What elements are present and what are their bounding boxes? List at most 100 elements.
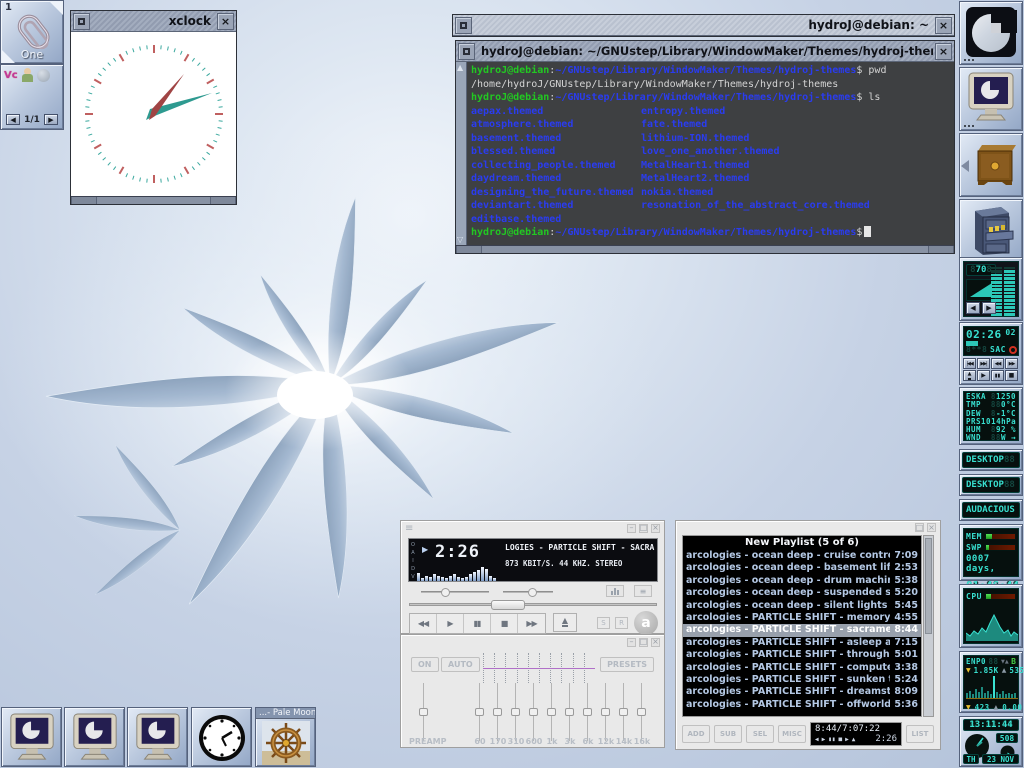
- appicon-palemoon[interactable]: ...- Pale Moon: [255, 707, 316, 767]
- eq-band-slider[interactable]: [515, 683, 516, 741]
- cd-prev-track-button[interactable]: |◀◀: [963, 358, 976, 369]
- cd-stop-button[interactable]: ■: [1005, 370, 1018, 381]
- mixer-prev-button[interactable]: ◀: [966, 302, 980, 314]
- preamp-slider[interactable]: [423, 683, 424, 741]
- dock-tile-weather[interactable]: ESKA81250 TMP880°C DEW8-1°C PRS1014hPa H…: [959, 387, 1023, 445]
- playlist-item[interactable]: arcologies - PARTICLE SHIFT - sacrame8:4…: [683, 624, 921, 636]
- pager-next-button[interactable]: ▶: [44, 114, 58, 125]
- scroll-up-icon[interactable]: ▲: [457, 63, 463, 72]
- elapsed-time[interactable]: 2:26: [435, 542, 480, 562]
- playlist-item[interactable]: arcologies - PARTICLE SHIFT - sunken t5:…: [683, 674, 921, 686]
- eq-auto-button[interactable]: AUTO: [441, 657, 480, 672]
- close-icon[interactable]: ×: [217, 13, 234, 30]
- terminal-body[interactable]: ▲ ▽ hydroJ@debian:~/GNUstep/Library/Wind…: [456, 62, 954, 245]
- playlist-item[interactable]: arcologies - PARTICLE SHIFT - asleep ar7…: [683, 637, 921, 649]
- eq-band-slider[interactable]: [497, 683, 498, 741]
- next-button[interactable]: ▶▶: [518, 614, 545, 633]
- cd-rewind-button[interactable]: ◀◀: [991, 358, 1004, 369]
- resize-bar[interactable]: [71, 196, 236, 204]
- close-icon[interactable]: ×: [651, 638, 660, 647]
- terminal-scrollbar[interactable]: ▲ ▽: [456, 62, 467, 245]
- eq-band-slider[interactable]: [551, 683, 552, 741]
- appicon-terminal-3[interactable]: [127, 707, 188, 767]
- miniaturize-button[interactable]: [458, 43, 475, 60]
- eq-band-slider[interactable]: [605, 683, 606, 741]
- eq-band-knob[interactable]: [601, 708, 610, 716]
- playlist-titlebar[interactable]: □ ×: [912, 523, 936, 532]
- playlist-item[interactable]: arcologies - PARTICLE SHIFT - memory4:55: [683, 612, 921, 624]
- mini-next-icon[interactable]: ▶: [845, 736, 849, 743]
- eq-band-knob[interactable]: [637, 708, 646, 716]
- playlist-item[interactable]: arcologies - ocean deep - suspended s5:2…: [683, 587, 921, 599]
- dock-lcd-desktop-1[interactable]: DESKTOP88: [959, 449, 1023, 471]
- eq-band-knob[interactable]: [529, 708, 538, 716]
- balance-slider[interactable]: [503, 591, 553, 593]
- steam-app-icon[interactable]: [37, 69, 50, 82]
- mini-eject-icon[interactable]: ▲: [852, 736, 856, 743]
- mini-pause-icon[interactable]: ▮▮: [828, 736, 835, 743]
- playlist-box[interactable]: New Playlist (5 of 6) arcologies - ocean…: [682, 535, 922, 717]
- playlist-misc-button[interactable]: MISC: [778, 725, 806, 743]
- clutterbar[interactable]: OAIDV: [410, 541, 416, 581]
- mini-play-icon[interactable]: ▶: [822, 736, 826, 743]
- eq-on-button[interactable]: ON: [411, 657, 439, 672]
- playlist-scrollbar[interactable]: [923, 535, 934, 717]
- dock-tile-network[interactable]: ENP0 88 ▼▲ B ▼1.85K ▲535 ▼423 ▲0.00: [959, 651, 1023, 713]
- eject-button[interactable]: ▲: [553, 613, 577, 632]
- appicon-terminal-1[interactable]: [1, 707, 62, 767]
- scroll-down-icon[interactable]: ▽: [457, 235, 463, 244]
- minimize-icon[interactable]: –: [627, 638, 636, 647]
- drawer-arrow-icon[interactable]: [961, 160, 969, 172]
- pause-button[interactable]: ▮▮: [464, 614, 491, 633]
- dock-tile-cdplayer[interactable]: 02:26 02 8**8 SAC |◀◀ ▶▶| ◀◀ ▶▶ ▲ ▶ ▮▮ ■: [959, 322, 1023, 385]
- terminal-text[interactable]: hydroJ@debian:~/GNUstep/Library/WindowMa…: [467, 62, 954, 245]
- eq-band-knob[interactable]: [547, 708, 556, 716]
- eq-band-slider[interactable]: [641, 683, 642, 741]
- xclock-titlebar[interactable]: xclock ×: [71, 11, 236, 32]
- volume-slider[interactable]: [421, 591, 489, 593]
- pager-prev-button[interactable]: ◀: [6, 114, 20, 125]
- shade-icon[interactable]: □: [639, 638, 648, 647]
- playlist-sel-button[interactable]: SEL: [746, 725, 774, 743]
- dock-tile-xterm[interactable]: [959, 67, 1023, 131]
- shade-icon[interactable]: □: [639, 524, 648, 533]
- playlist-sub-button[interactable]: SUB: [714, 725, 742, 743]
- miniaturize-button[interactable]: [73, 13, 90, 30]
- eq-band-slider[interactable]: [623, 683, 624, 741]
- playlist-item[interactable]: arcologies - ocean deep - cruise contro7…: [683, 550, 921, 562]
- previous-button[interactable]: ◀◀: [410, 614, 437, 633]
- minimize-icon[interactable]: –: [627, 524, 636, 533]
- mini-prev-icon[interactable]: ◀: [815, 736, 819, 743]
- stop-button[interactable]: ■: [491, 614, 518, 633]
- scrollbar-thumb[interactable]: [925, 538, 932, 634]
- mini-stop-icon[interactable]: ■: [838, 736, 842, 743]
- terminal-titlebar[interactable]: hydroJ@debian: ~/GNUstep/Library/WindowM…: [456, 41, 954, 62]
- eq-band-knob[interactable]: [511, 708, 520, 716]
- wm-clip[interactable]: 1 One: [0, 0, 64, 64]
- eq-band-slider[interactable]: [587, 683, 588, 741]
- song-title-marquee[interactable]: LOGIES - PARTICLE SHIFT - SACRA: [505, 543, 657, 552]
- shuffle-button[interactable]: S: [597, 617, 610, 629]
- eq-band-slider[interactable]: [479, 683, 480, 741]
- dock-lcd-desktop-2[interactable]: DESKTOP88: [959, 474, 1023, 496]
- close-icon[interactable]: ×: [935, 17, 952, 34]
- eq-band-knob[interactable]: [619, 708, 628, 716]
- playlist-item[interactable]: arcologies - PARTICLE SHIFT - offworld5:…: [683, 699, 921, 711]
- appicon-terminal-2[interactable]: [64, 707, 125, 767]
- miniaturize-button[interactable]: [455, 17, 472, 34]
- dock-tile-clock[interactable]: 88:88:8813:11:44 508 TH 23 NOV: [959, 716, 1023, 767]
- vlc-app-icon[interactable]: Vc: [4, 70, 18, 81]
- eq-band-slider[interactable]: [533, 683, 534, 741]
- close-icon[interactable]: ×: [651, 524, 660, 533]
- playlist-item[interactable]: arcologies - PARTICLE SHIFT - compute3:3…: [683, 662, 921, 674]
- eq-band-knob[interactable]: [475, 708, 484, 716]
- playlist-item[interactable]: arcologies - PARTICLE SHIFT - through5:0…: [683, 649, 921, 661]
- playlist-item[interactable]: arcologies - PARTICLE SHIFT - dreamst8:0…: [683, 686, 921, 698]
- equalizer-toggle-button[interactable]: [606, 585, 624, 597]
- eq-band-knob[interactable]: [493, 708, 502, 716]
- dock-tile-wmaker[interactable]: [959, 1, 1023, 65]
- eq-presets-button[interactable]: PRESETS: [600, 657, 654, 672]
- shade-icon[interactable]: □: [915, 523, 924, 532]
- dock-tile-mixer[interactable]: 8708 ◀ ▶: [959, 257, 1023, 321]
- close-icon[interactable]: ×: [927, 523, 936, 532]
